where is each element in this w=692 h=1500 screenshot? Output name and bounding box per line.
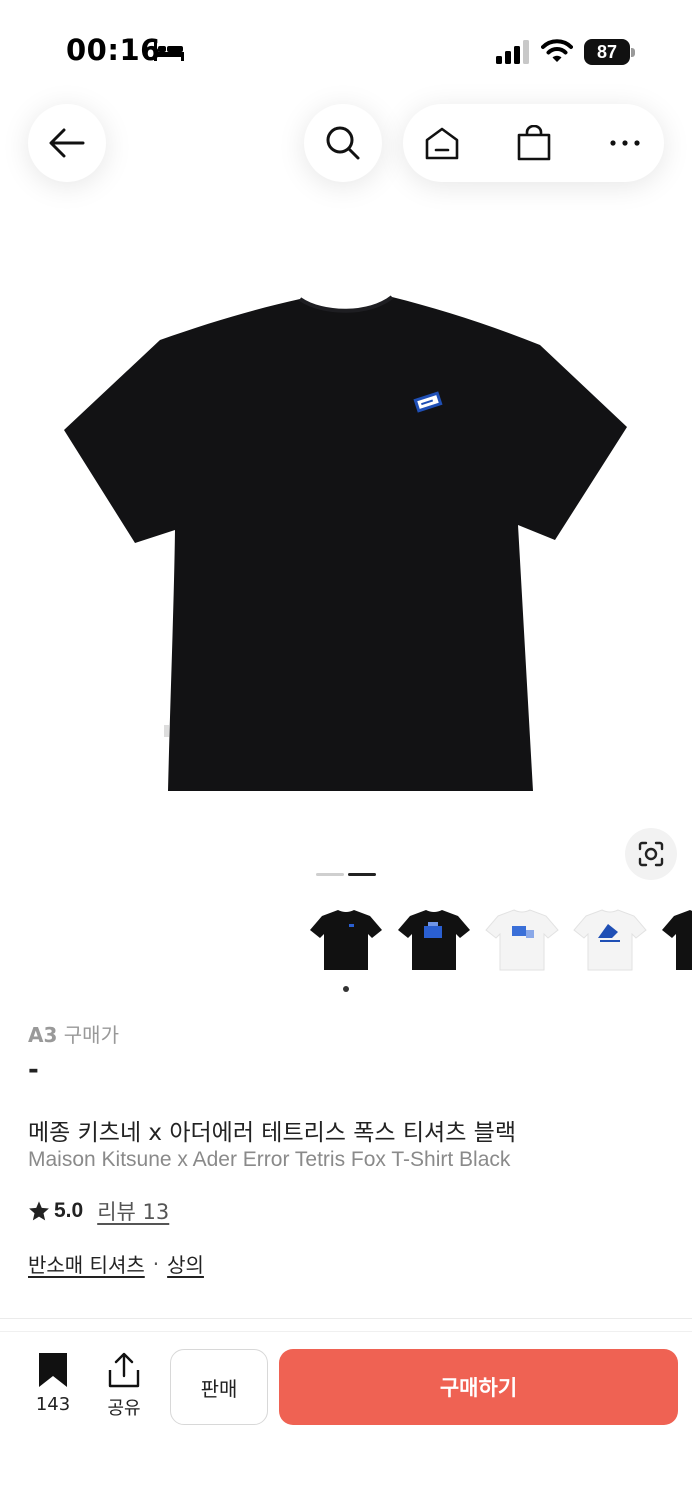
image-pager-inactive <box>316 873 344 876</box>
thumbnail-white-tshirt-fox[interactable] <box>568 900 652 980</box>
divider <box>0 1318 692 1319</box>
bookmark-icon <box>39 1353 67 1387</box>
thumbnail-white-tshirt-print[interactable] <box>480 900 564 980</box>
sell-button[interactable]: 판매 <box>170 1349 268 1425</box>
back-button[interactable] <box>28 104 106 182</box>
battery-level: 87 <box>584 39 630 65</box>
bookmark-count: 143 <box>35 1394 71 1415</box>
price-size: A3 <box>28 1023 58 1047</box>
product-image[interactable] <box>40 285 652 805</box>
category-link-tops[interactable]: 상의 <box>167 1249 204 1278</box>
buy-button[interactable]: 구매하기 <box>279 1349 678 1425</box>
price-label: A3 구매가 <box>28 1019 119 1048</box>
lens-icon <box>638 841 664 867</box>
product-title-korean: 메종 키츠네 x 아더에러 테트리스 폭스 티셔츠 블랙 <box>28 1120 516 1146</box>
bookmark-button[interactable]: 143 <box>28 1352 78 1415</box>
price-value: - <box>28 1055 39 1085</box>
thumbnail-black-tshirt[interactable] <box>304 900 388 980</box>
product-title-english: Maison Kitsune x Ader Error Tetris Fox T… <box>28 1148 511 1171</box>
price-label-text: 구매가 <box>63 1023 119 1047</box>
more-icon <box>610 140 640 146</box>
thumbnail-black-tshirt-partial[interactable] <box>656 900 692 980</box>
star-icon <box>29 1201 49 1221</box>
more-button[interactable] <box>586 104 664 182</box>
signal-icon <box>496 40 529 64</box>
thumbnail-strip <box>304 900 692 980</box>
thumbnail-black-tshirt-print[interactable] <box>392 900 476 980</box>
category-breadcrumb: 반소매 티셔츠 · 상의 <box>28 1249 204 1278</box>
wifi-icon <box>541 39 573 62</box>
battery-icon: 87 <box>584 39 636 65</box>
bed-icon <box>154 42 184 61</box>
search-button[interactable] <box>304 104 382 182</box>
share-button[interactable]: 공유 <box>98 1352 150 1420</box>
image-search-button[interactable] <box>625 828 677 880</box>
thumbnail-indicator <box>343 986 349 992</box>
share-icon <box>108 1352 140 1388</box>
cart-button[interactable] <box>495 104 573 182</box>
home-icon <box>425 127 459 160</box>
search-icon <box>326 126 360 160</box>
divider <box>0 1331 692 1332</box>
category-link-short-sleeve[interactable]: 반소매 티셔츠 <box>28 1249 145 1278</box>
rating-value: 5.0 <box>54 1199 84 1222</box>
home-button[interactable] <box>403 104 481 182</box>
status-time: 00:16 <box>66 33 161 67</box>
image-pager-active <box>348 873 376 876</box>
category-separator: · <box>152 1251 160 1276</box>
status-bar: 00:16 87 <box>0 0 692 100</box>
review-link[interactable]: 리뷰 13 <box>97 1196 169 1226</box>
shopping-bag-icon <box>517 125 551 161</box>
back-arrow-icon <box>49 128 85 158</box>
share-label: 공유 <box>107 1398 141 1419</box>
rating-row: 5.0 리뷰 13 <box>28 1197 169 1225</box>
nav-actions <box>403 104 664 182</box>
